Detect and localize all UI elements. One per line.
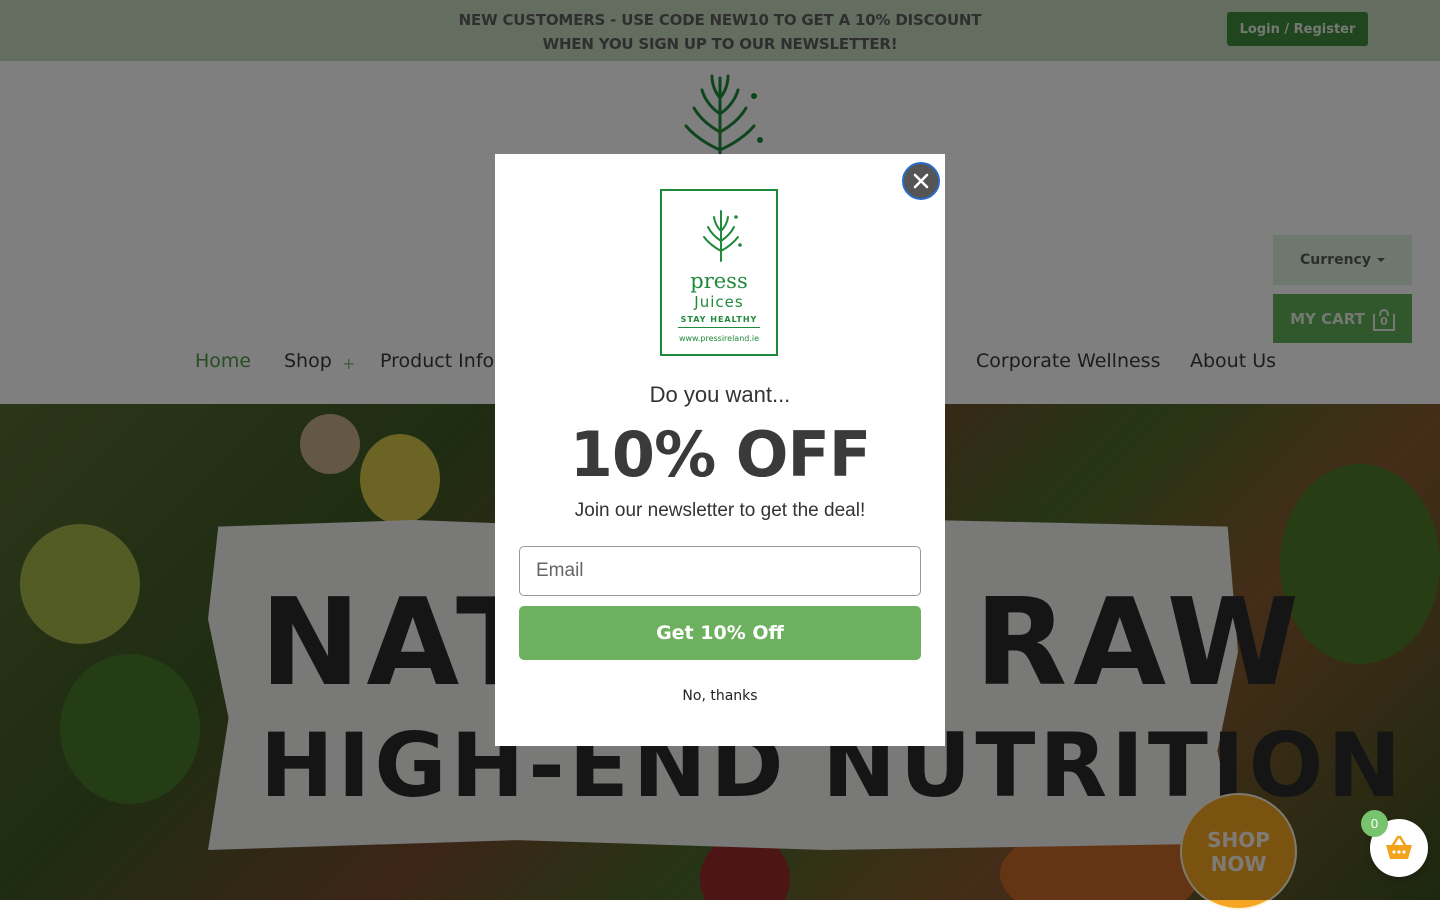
popup-offer: 10% OFF [569,418,871,491]
email-field[interactable] [519,546,921,596]
leaf-icon [703,210,742,262]
popup-logo-brand: press [690,269,748,293]
no-thanks-link[interactable]: No, thanks [495,688,945,704]
popup-question: Do you want... [649,382,791,407]
popup-logo-divider [678,327,760,328]
floating-cart-count: 0 [1361,810,1388,837]
close-icon[interactable] [902,162,940,200]
popup-logo-sub: Juices [694,293,744,311]
popup-logo-tagline: STAY HEALTHY [680,315,758,324]
popup-subtitle: Join our newsletter to get the deal! [574,500,866,521]
basket-icon [1386,835,1412,859]
popup-logo-url: www.pressireland.ie [678,334,760,343]
get-discount-button[interactable]: Get 10% Off [519,606,921,660]
popup-logo: press Juices STAY HEALTHY www.pressirela… [660,189,778,356]
